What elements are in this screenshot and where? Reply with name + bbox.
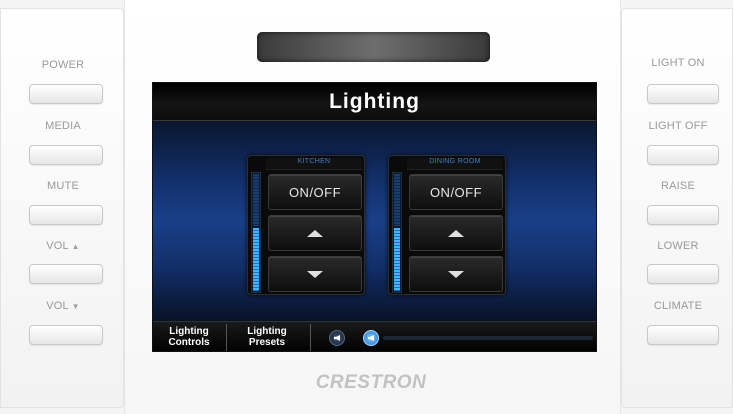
climate-button[interactable] bbox=[647, 325, 719, 345]
light-on-button[interactable] bbox=[647, 84, 719, 104]
triangle-down-icon bbox=[307, 270, 323, 278]
climate-label: CLIMATE bbox=[653, 300, 703, 312]
vol-up-label-text: VOL bbox=[46, 240, 69, 252]
power-button[interactable] bbox=[29, 84, 103, 104]
screen-footer: Lighting Controls Lighting Presets bbox=[153, 321, 596, 351]
media-label: MEDIA bbox=[45, 120, 81, 132]
tab-line-1: Lighting bbox=[247, 326, 287, 337]
vol-up-label: VOL ▲ bbox=[1, 240, 125, 252]
triangle-up-icon bbox=[307, 229, 323, 237]
touch-panel-device: POWER MEDIA MUTE VOL ▲ VOL ▼ LIGHT ON LI… bbox=[0, 0, 733, 414]
raise-level-button[interactable] bbox=[409, 215, 503, 251]
zone-dining-room: DINING ROOM ON/OFF bbox=[388, 155, 506, 295]
screen-title: Lighting bbox=[329, 90, 420, 113]
vol-down-label: VOL ▼ bbox=[1, 300, 125, 312]
raise-label: RAISE bbox=[660, 180, 695, 192]
light-on-label: LIGHT ON bbox=[651, 57, 705, 69]
crestron-logo: CRESTRON bbox=[315, 372, 427, 393]
power-label: POWER bbox=[41, 59, 85, 71]
speaker-mute-icon[interactable] bbox=[329, 330, 345, 346]
footer-divider bbox=[226, 324, 227, 351]
mute-label: MUTE bbox=[47, 180, 79, 192]
light-off-button[interactable] bbox=[647, 145, 719, 165]
footer-divider bbox=[310, 324, 311, 351]
media-button[interactable] bbox=[29, 145, 103, 165]
speaker-glyph bbox=[368, 335, 374, 341]
vol-down-label-text: VOL bbox=[46, 300, 69, 312]
lower-button[interactable] bbox=[647, 264, 719, 284]
mute-button[interactable] bbox=[29, 205, 103, 225]
level-meter-empty bbox=[394, 174, 400, 226]
tab-line-2: Controls bbox=[168, 337, 210, 348]
left-button-panel: POWER MEDIA MUTE VOL ▲ VOL ▼ bbox=[0, 8, 124, 408]
tab-line-2: Presets bbox=[248, 337, 286, 348]
up-arrow-icon: ▲ bbox=[71, 242, 80, 251]
level-meter-empty bbox=[253, 174, 259, 226]
lower-level-button[interactable] bbox=[268, 256, 362, 292]
on-off-button[interactable]: ON/OFF bbox=[409, 174, 503, 210]
tab-lighting-presets[interactable]: Lighting Presets bbox=[231, 326, 303, 350]
level-meter bbox=[392, 172, 402, 293]
zone-title: DINING ROOM bbox=[407, 158, 503, 170]
volume-slider[interactable] bbox=[383, 336, 593, 340]
proximity-sensor-window bbox=[257, 32, 490, 62]
vol-down-button[interactable] bbox=[29, 325, 103, 345]
triangle-down-icon bbox=[448, 270, 464, 278]
raise-level-button[interactable] bbox=[268, 215, 362, 251]
on-off-button[interactable]: ON/OFF bbox=[268, 174, 362, 210]
triangle-up-icon bbox=[448, 229, 464, 237]
vol-up-button[interactable] bbox=[29, 264, 103, 284]
speaker-volume-icon[interactable] bbox=[363, 330, 379, 346]
light-off-label: LIGHT OFF bbox=[648, 120, 708, 132]
level-meter-fill bbox=[253, 227, 259, 291]
down-arrow-icon: ▼ bbox=[71, 302, 80, 311]
raise-button[interactable] bbox=[647, 205, 719, 225]
zone-title: KITCHEN bbox=[266, 158, 362, 170]
lower-label: LOWER bbox=[657, 240, 699, 252]
tab-lighting-controls[interactable]: Lighting Controls bbox=[153, 326, 225, 350]
right-button-panel: LIGHT ON LIGHT OFF RAISE LOWER CLIMATE bbox=[621, 8, 733, 408]
speaker-glyph bbox=[334, 335, 340, 341]
lower-level-button[interactable] bbox=[409, 256, 503, 292]
screen-header: Lighting bbox=[153, 83, 596, 121]
tab-line-1: Lighting bbox=[169, 326, 209, 337]
zone-kitchen: KITCHEN ON/OFF bbox=[247, 155, 365, 295]
lighting-zones-area: KITCHEN ON/OFF DINING ROOM ON/OFF bbox=[153, 121, 596, 321]
level-meter bbox=[251, 172, 261, 293]
lcd-screen: Lighting KITCHEN ON/OFF DINING ROOM ON/O… bbox=[152, 82, 597, 352]
level-meter-fill bbox=[394, 227, 400, 291]
